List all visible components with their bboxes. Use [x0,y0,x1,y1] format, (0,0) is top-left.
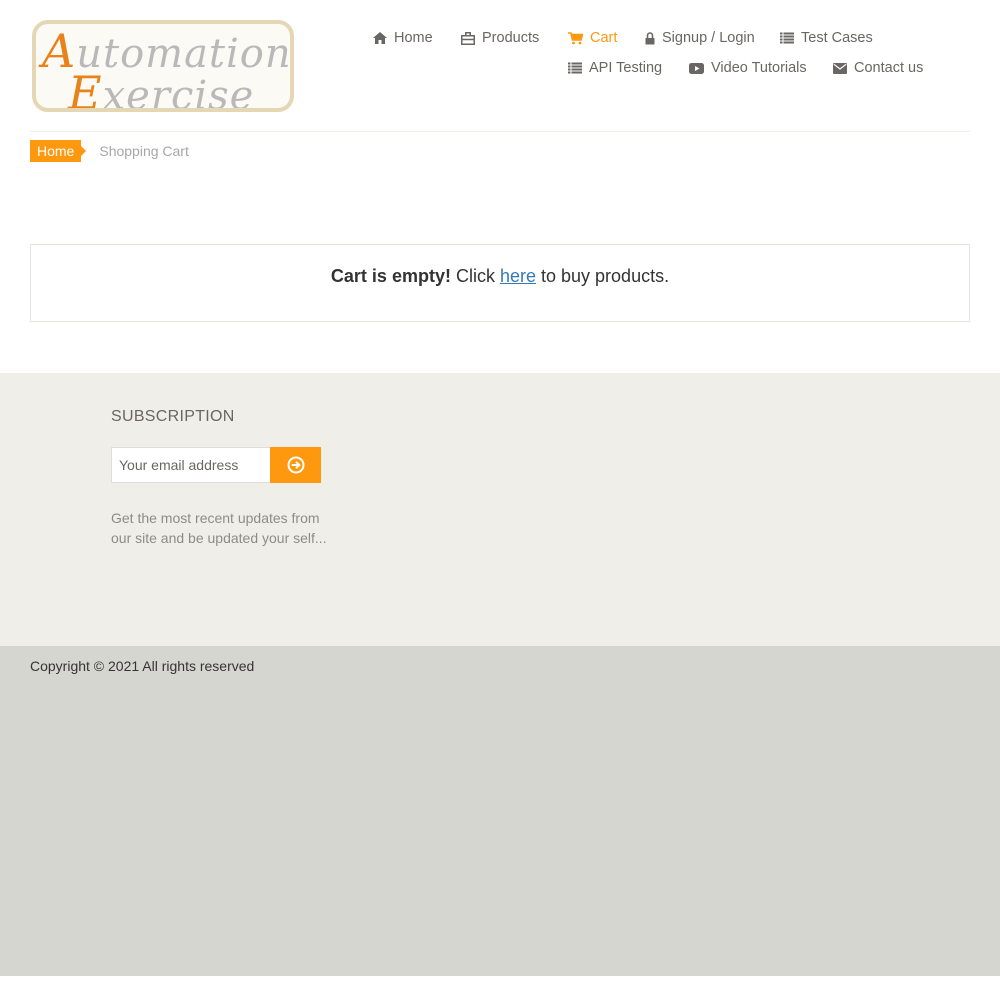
nav-item-home[interactable]: Home [373,30,433,46]
subscription-description: Get the most recent updates from our sit… [111,510,327,546]
shopping-cart-icon [568,31,583,44]
site-logo[interactable]: Automation Exercise [32,20,294,112]
envelope-icon [833,62,847,74]
nav-item-cart[interactable]: Cart [568,30,617,46]
site-header: Automation Exercise Home Products Cart S… [0,0,1000,132]
breadcrumb-home-link[interactable]: Home [30,140,87,162]
nav-label-contact-us: Contact us [854,60,924,76]
nav-label-cart: Cart [590,30,618,46]
empty-cart-prefix: Click [450,266,500,286]
lock-icon [645,31,655,44]
logo-rest-exercise: xercise [102,73,255,112]
empty-cart-suffix: to buy products. [536,266,670,286]
arrow-circle-right-icon [287,456,304,474]
nav-label-video-tutorials: Video Tutorials [711,60,807,76]
nav-label-home: Home [394,30,433,46]
nav-label-test-cases: Test Cases [801,30,873,46]
empty-cart-message: Cart is empty! Click here to buy product… [30,244,970,322]
nav-item-signup-login[interactable]: Signup / Login [645,30,755,46]
nav-label-products: Products [482,30,540,46]
nav-item-video-tutorials[interactable]: Video Tutorials [689,60,807,76]
nav-item-test-cases[interactable]: Test Cases [780,30,873,46]
breadcrumb-current: Shopping Cart [99,143,189,159]
buy-products-link[interactable]: here [500,266,536,286]
nav-item-api-testing[interactable]: API Testing [568,60,662,76]
footer-subscription-area: SUBSCRIPTION Get the most recent updates… [0,373,1000,646]
breadcrumb: Home Shopping Cart [30,140,189,162]
empty-cart-title: Cart is empty! [330,266,451,286]
footer-bottom: Copyright © 2021 All rights reserved [0,646,1000,976]
subscribe-button[interactable] [270,447,321,483]
nav-label-api-testing: API Testing [589,60,663,76]
list-icon [780,32,794,44]
header-divider [30,131,970,132]
home-icon [373,32,387,44]
subscription-title: SUBSCRIPTION [111,408,235,425]
youtube-play-icon [689,62,704,74]
subscription-email-input[interactable] [111,447,271,483]
nav-label-signup-login: Signup / Login [662,30,755,46]
nav-item-contact-us[interactable]: Contact us [833,60,923,76]
logo-cap-e: E [68,66,103,112]
list-icon [568,62,582,74]
logo-line-exercise: Exercise [68,66,255,112]
copyright-text: Copyright © 2021 All rights reserved [30,658,255,674]
nav-item-products[interactable]: Products [461,30,539,46]
briefcase-icon [461,31,475,45]
